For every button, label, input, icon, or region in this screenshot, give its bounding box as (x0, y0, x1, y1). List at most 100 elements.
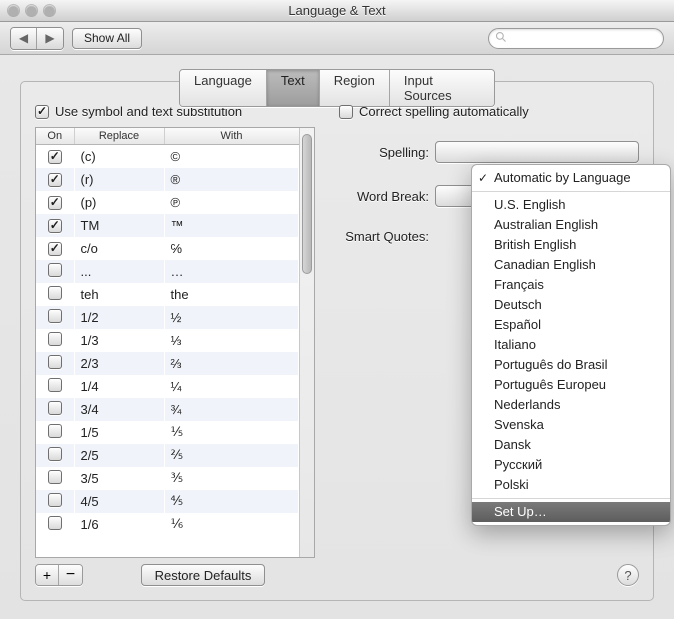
with-cell[interactable]: the (164, 283, 299, 306)
replace-cell[interactable]: 2/5 (74, 444, 164, 467)
with-cell[interactable]: ½ (164, 306, 299, 329)
replace-cell[interactable]: 4/5 (74, 490, 164, 513)
with-cell[interactable]: ⅕ (164, 421, 299, 444)
replace-cell[interactable]: 3/5 (74, 467, 164, 490)
back-button[interactable]: ◀ (11, 28, 37, 49)
table-row[interactable]: TM™ (36, 214, 299, 237)
row-checkbox[interactable] (48, 493, 62, 507)
table-row[interactable]: ...… (36, 260, 299, 283)
with-cell[interactable]: ¾ (164, 398, 299, 421)
row-checkbox[interactable] (48, 219, 62, 233)
search-field[interactable] (488, 28, 664, 49)
menu-item[interactable]: Nederlands (472, 395, 670, 415)
table-row[interactable]: 1/3⅓ (36, 329, 299, 352)
menu-item[interactable]: Australian English (472, 215, 670, 235)
row-checkbox[interactable] (48, 424, 62, 438)
correct-spelling-checkbox[interactable]: Correct spelling automatically (339, 104, 639, 119)
spelling-popup[interactable] (435, 141, 639, 163)
replace-cell[interactable]: 1/4 (74, 375, 164, 398)
table-row[interactable]: 3/5⅗ (36, 467, 299, 490)
col-with[interactable]: With (164, 128, 299, 145)
replace-cell[interactable]: 2/3 (74, 352, 164, 375)
row-checkbox[interactable] (48, 447, 62, 461)
menu-item[interactable]: Set Up… (472, 502, 670, 522)
table-row[interactable]: 2/5⅖ (36, 444, 299, 467)
table-row[interactable]: 2/3⅔ (36, 352, 299, 375)
row-checkbox[interactable] (48, 470, 62, 484)
with-cell[interactable]: ⅗ (164, 467, 299, 490)
menu-item[interactable]: U.S. English (472, 195, 670, 215)
row-checkbox[interactable] (48, 332, 62, 346)
tab-input-sources[interactable]: Input Sources (390, 70, 494, 106)
table-row[interactable]: 3/4¾ (36, 398, 299, 421)
with-cell[interactable]: ℗ (164, 191, 299, 214)
with-cell[interactable]: ⅙ (164, 513, 299, 536)
row-checkbox[interactable] (48, 263, 62, 277)
menu-item[interactable]: Italiano (472, 335, 670, 355)
menu-item[interactable]: British English (472, 235, 670, 255)
replace-cell[interactable]: (c) (74, 145, 164, 168)
row-checkbox[interactable] (48, 196, 62, 210)
menu-item[interactable]: Français (472, 275, 670, 295)
menu-item[interactable]: Español (472, 315, 670, 335)
col-on[interactable]: On (36, 128, 74, 145)
row-checkbox[interactable] (48, 150, 62, 164)
with-cell[interactable]: ⅔ (164, 352, 299, 375)
table-row[interactable]: 1/4¼ (36, 375, 299, 398)
menu-item[interactable]: Deutsch (472, 295, 670, 315)
table-row[interactable]: (p)℗ (36, 191, 299, 214)
menu-item[interactable]: Dansk (472, 435, 670, 455)
menu-item[interactable]: Canadian English (472, 255, 670, 275)
spelling-menu[interactable]: Automatic by LanguageU.S. EnglishAustral… (471, 164, 671, 526)
menu-item[interactable]: Português do Brasil (472, 355, 670, 375)
table-row[interactable]: 1/5⅕ (36, 421, 299, 444)
menu-item[interactable]: Polski (472, 475, 670, 495)
forward-button[interactable]: ▶ (37, 28, 63, 49)
search-input[interactable] (511, 30, 670, 46)
show-all-button[interactable]: Show All (72, 28, 142, 49)
replace-cell[interactable]: 1/2 (74, 306, 164, 329)
table-row[interactable]: (c)© (36, 145, 299, 168)
row-checkbox[interactable] (48, 355, 62, 369)
replace-cell[interactable]: teh (74, 283, 164, 306)
table-row[interactable]: tehthe (36, 283, 299, 306)
scroll-thumb[interactable] (302, 134, 312, 274)
replace-cell[interactable]: 1/3 (74, 329, 164, 352)
row-checkbox[interactable] (48, 378, 62, 392)
restore-defaults-button[interactable]: Restore Defaults (141, 564, 266, 586)
with-cell[interactable]: © (164, 145, 299, 168)
row-checkbox[interactable] (48, 309, 62, 323)
table-row[interactable]: (r)® (36, 168, 299, 191)
replace-cell[interactable]: (p) (74, 191, 164, 214)
with-cell[interactable]: ¼ (164, 375, 299, 398)
replace-cell[interactable]: ... (74, 260, 164, 283)
with-cell[interactable]: … (164, 260, 299, 283)
tab-language[interactable]: Language (180, 70, 267, 106)
tab-region[interactable]: Region (320, 70, 390, 106)
replace-cell[interactable]: 1/5 (74, 421, 164, 444)
replace-cell[interactable]: 3/4 (74, 398, 164, 421)
replace-cell[interactable]: (r) (74, 168, 164, 191)
help-button[interactable]: ? (617, 564, 639, 586)
table-row[interactable]: c/o℅ (36, 237, 299, 260)
with-cell[interactable]: ® (164, 168, 299, 191)
with-cell[interactable]: ℅ (164, 237, 299, 260)
row-checkbox[interactable] (48, 173, 62, 187)
with-cell[interactable]: ⅘ (164, 490, 299, 513)
replace-cell[interactable]: TM (74, 214, 164, 237)
row-checkbox[interactable] (48, 286, 62, 300)
row-checkbox[interactable] (48, 516, 62, 530)
scrollbar[interactable] (299, 128, 314, 557)
table-row[interactable]: 1/6⅙ (36, 513, 299, 536)
col-replace[interactable]: Replace (74, 128, 164, 145)
menu-item[interactable]: Svenska (472, 415, 670, 435)
row-checkbox[interactable] (48, 242, 62, 256)
add-button[interactable]: + (36, 565, 59, 585)
menu-item[interactable]: Português Europeu (472, 375, 670, 395)
menu-item[interactable]: Русский (472, 455, 670, 475)
with-cell[interactable]: ™ (164, 214, 299, 237)
with-cell[interactable]: ⅖ (164, 444, 299, 467)
with-cell[interactable]: ⅓ (164, 329, 299, 352)
replace-cell[interactable]: c/o (74, 237, 164, 260)
row-checkbox[interactable] (48, 401, 62, 415)
